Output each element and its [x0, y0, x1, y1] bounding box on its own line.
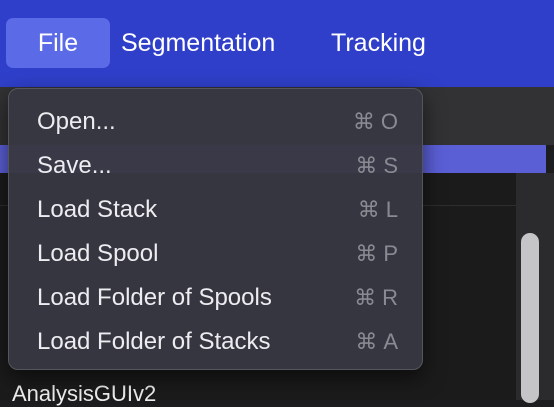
shortcut: ⌘ A: [355, 320, 398, 364]
menu-item-load-folder-of-spools[interactable]: Load Folder of Spools ⌘ R: [9, 276, 422, 320]
shortcut-key: A: [383, 329, 398, 354]
shortcut: ⌘ O: [353, 100, 398, 144]
command-key-icon: ⌘: [355, 153, 378, 178]
command-key-icon: ⌘: [354, 285, 377, 310]
command-key-icon: ⌘: [355, 329, 378, 354]
shortcut-key: P: [383, 241, 398, 266]
menu-item-save[interactable]: Save... ⌘ S: [9, 144, 422, 188]
menu-item-label: Open...: [37, 108, 116, 135]
command-key-icon: ⌘: [355, 241, 378, 266]
scrollbar-thumb[interactable]: [521, 233, 539, 403]
command-key-icon: ⌘: [357, 197, 380, 222]
menu-item-label: Save...: [37, 152, 112, 179]
menu-segmentation[interactable]: Segmentation: [121, 18, 275, 68]
shortcut: ⌘ S: [355, 144, 398, 188]
command-key-icon: ⌘: [352, 109, 375, 134]
menu-item-load-stack[interactable]: Load Stack ⌘ L: [9, 188, 422, 232]
shortcut: ⌘ L: [358, 188, 398, 232]
shortcut-key: L: [385, 197, 398, 222]
menu-item-load-folder-of-stacks[interactable]: Load Folder of Stacks ⌘ A: [9, 320, 422, 364]
menu-item-label: Load Spool: [37, 240, 159, 267]
menu-item-label: Load Folder of Spools: [37, 284, 272, 311]
menu-tracking[interactable]: Tracking: [331, 18, 426, 68]
shortcut-key: O: [380, 109, 398, 134]
menu-bar: File Segmentation Tracking: [0, 0, 554, 87]
menu-item-open[interactable]: Open... ⌘ O: [9, 100, 422, 144]
shortcut: ⌘ P: [355, 232, 398, 276]
menu-item-label: Load Folder of Stacks: [37, 328, 271, 355]
background-window-label: AnalysisGUIv2: [12, 381, 157, 406]
shortcut: ⌘ R: [354, 276, 398, 320]
shortcut-key: R: [382, 285, 398, 310]
shortcut-key: S: [383, 153, 398, 178]
menu-file[interactable]: File: [6, 18, 110, 68]
menu-item-load-spool[interactable]: Load Spool ⌘ P: [9, 232, 422, 276]
menu-item-label: Load Stack: [37, 196, 158, 223]
file-dropdown-menu: Open... ⌘ O Save... ⌘ S Load Stack ⌘ L Load…: [8, 88, 423, 370]
